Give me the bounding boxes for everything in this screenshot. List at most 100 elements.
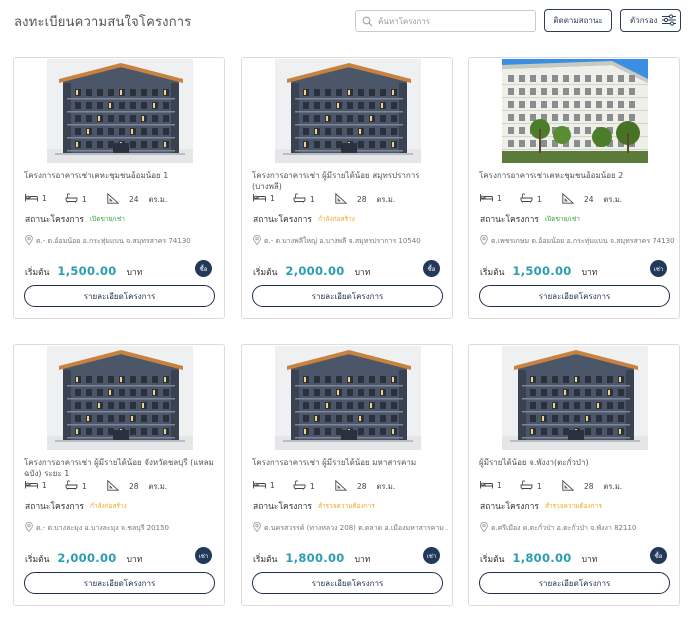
area-value: 28 bbox=[357, 482, 367, 491]
bed-icon bbox=[25, 193, 38, 204]
area-unit: ตร.ม. bbox=[376, 481, 396, 491]
project-detail-button[interactable]: รายละเอียดโครงการ bbox=[252, 285, 443, 307]
bed-icon bbox=[480, 193, 493, 204]
project-image bbox=[47, 59, 193, 163]
project-address: ต.นครสวรรค์ (ทางหลวง 208) ต.ตลาด อ.เมือง… bbox=[253, 522, 448, 534]
bathroom-spec: 1 bbox=[293, 193, 315, 205]
project-price: เริ่มต้น 1,500.00 บาท bbox=[25, 264, 142, 279]
project-specs: 1 1 24 ตร.ม. bbox=[480, 192, 670, 207]
location-pin-icon bbox=[480, 522, 488, 534]
bathroom-spec: 1 bbox=[293, 480, 315, 492]
project-specs: 1 1 28 ตร.ม. bbox=[253, 192, 443, 207]
project-card[interactable]: โครงการอาคารเช่า ผู้มีรายได้น้อย มหาสารค… bbox=[241, 344, 453, 606]
price-currency: บาท bbox=[126, 268, 143, 278]
bathroom-count: 1 bbox=[537, 194, 542, 204]
bathroom-count: 1 bbox=[310, 194, 315, 204]
sale-type-badge: ซื้อ bbox=[650, 547, 667, 564]
location-pin-icon bbox=[480, 235, 488, 247]
price-value: 1,800.00 bbox=[512, 551, 572, 565]
bathroom-count: 1 bbox=[310, 481, 315, 491]
project-detail-button[interactable]: รายละเอียดโครงการ bbox=[479, 572, 670, 594]
bathtub-icon bbox=[65, 193, 78, 205]
filter-button[interactable]: ตัวกรอง bbox=[620, 9, 681, 32]
project-specs: 1 1 28 ตร.ม. bbox=[480, 479, 670, 494]
project-name: ผู้มีรายได้น้อย จ.พังงา(ตะกั่วป่า) bbox=[479, 458, 589, 467]
price-currency: บาท bbox=[581, 555, 598, 565]
project-image bbox=[502, 59, 648, 163]
project-specs: 1 1 24 ตร.ม. bbox=[25, 192, 215, 207]
area-spec: 24 ตร.ม. bbox=[562, 192, 622, 206]
sale-type-badge: ซื้อ bbox=[423, 260, 440, 277]
project-card[interactable]: ผู้มีรายได้น้อย จ.พังงา(ตะกั่วป่า) 1 1 2… bbox=[468, 344, 680, 606]
address-text: ต.- ต.บางละมุง อ.บางละมุง จ.ชลบุรี 20150 bbox=[36, 523, 169, 532]
project-status: สถานะโครงการ สำรวจความต้องการ bbox=[253, 499, 375, 513]
project-card[interactable]: โครงการอาคารเช่า ผู้มีรายได้น้อย จังหวัด… bbox=[13, 344, 225, 606]
status-value: กำลังก่อสร้าง bbox=[89, 502, 127, 510]
search-icon bbox=[356, 11, 378, 31]
area-unit: ตร.ม. bbox=[603, 481, 623, 491]
project-price: เริ่มต้น 1,800.00 บาท bbox=[253, 551, 370, 566]
search-box[interactable] bbox=[355, 10, 536, 32]
follow-status-button[interactable]: ติดตามสถานะ bbox=[544, 9, 612, 32]
project-image bbox=[47, 346, 193, 450]
project-card[interactable]: โครงการอาคารเช่า ผู้มีรายได้น้อย สมุทรปร… bbox=[241, 57, 453, 319]
project-image bbox=[502, 346, 648, 450]
bathtub-icon bbox=[65, 480, 78, 492]
bedroom-count: 1 bbox=[270, 194, 275, 203]
project-status: สถานะโครงการ กำลังก่อสร้าง bbox=[253, 212, 355, 226]
bedroom-spec: 1 bbox=[25, 480, 47, 491]
sale-type-badge: เช่า bbox=[650, 260, 667, 277]
project-detail-button[interactable]: รายละเอียดโครงการ bbox=[252, 572, 443, 594]
area-unit: ตร.ม. bbox=[148, 194, 168, 204]
sliders-icon bbox=[661, 13, 677, 28]
search-input[interactable] bbox=[378, 16, 528, 26]
bedroom-count: 1 bbox=[42, 481, 47, 490]
project-detail-button[interactable]: รายละเอียดโครงการ bbox=[479, 285, 670, 307]
address-text: ต.นครสวรรค์ (ทางหลวง 208) ต.ตลาด อ.เมือง… bbox=[264, 523, 448, 532]
area-ruler-icon bbox=[107, 192, 120, 206]
location-pin-icon bbox=[253, 235, 261, 247]
bed-icon bbox=[253, 193, 266, 204]
status-value: กำลังก่อสร้าง bbox=[317, 215, 355, 223]
status-label: สถานะโครงการ bbox=[480, 215, 539, 225]
bedroom-spec: 1 bbox=[253, 193, 275, 204]
price-currency: บาท bbox=[126, 555, 143, 565]
price-value: 1,500.00 bbox=[57, 264, 117, 278]
address-text: ต.- ต.บางพลีใหญ่ อ.บางพลี จ.สมุทรปราการ … bbox=[264, 236, 421, 245]
area-value: 28 bbox=[584, 482, 594, 491]
project-status: สถานะโครงการ เปิดขาย/เช่า bbox=[25, 212, 125, 226]
bedroom-spec: 1 bbox=[253, 480, 275, 491]
project-name: โครงการอาคารเช่า ผู้มีรายได้น้อย จังหวัด… bbox=[24, 458, 214, 478]
bedroom-spec: 1 bbox=[480, 193, 502, 204]
status-value: เปิดขาย/เช่า bbox=[89, 215, 125, 223]
area-ruler-icon bbox=[562, 479, 575, 493]
bathtub-icon bbox=[520, 193, 533, 205]
price-currency: บาท bbox=[581, 268, 598, 278]
project-address: ต.ศรีเมือง ต.ตะกั่วป่า อ.ตะกั่วป่า จ.พัง… bbox=[480, 522, 675, 534]
bed-icon bbox=[25, 480, 38, 491]
area-value: 24 bbox=[584, 195, 594, 204]
bathroom-count: 1 bbox=[82, 194, 87, 204]
project-specs: 1 1 28 ตร.ม. bbox=[253, 479, 443, 494]
project-card[interactable]: โครงการอาคารเช่าเคหะชุมชนอ้อมน้อย 2 1 1 … bbox=[468, 57, 680, 319]
project-card[interactable]: โครงการอาคารเช่าเคหะชุมชนอ้อมน้อย 1 1 1 … bbox=[13, 57, 225, 319]
area-value: 28 bbox=[357, 195, 367, 204]
area-unit: ตร.ม. bbox=[376, 194, 396, 204]
project-detail-button[interactable]: รายละเอียดโครงการ bbox=[24, 285, 215, 307]
status-value: สำรวจความต้องการ bbox=[317, 502, 375, 510]
bed-icon bbox=[480, 480, 493, 491]
project-address: ต.- ต.บางพลีใหญ่ อ.บางพลี จ.สมุทรปราการ … bbox=[253, 235, 448, 247]
bathroom-spec: 1 bbox=[520, 480, 542, 492]
bathroom-spec: 1 bbox=[520, 193, 542, 205]
price-prefix: เริ่มต้น bbox=[25, 268, 50, 278]
status-label: สถานะโครงการ bbox=[480, 502, 539, 512]
status-value: เปิดขาย/เช่า bbox=[544, 215, 580, 223]
page-title: ลงทะเบียนความสนใจโครงการ bbox=[14, 15, 192, 30]
bathtub-icon bbox=[520, 480, 533, 492]
project-detail-button[interactable]: รายละเอียดโครงการ bbox=[24, 572, 215, 594]
price-value: 1,500.00 bbox=[512, 264, 572, 278]
status-label: สถานะโครงการ bbox=[25, 502, 84, 512]
project-address: ต.- ต.อ้อมน้อย อ.กระทุ่มแบน จ.สมุทรสาคร … bbox=[25, 235, 220, 247]
area-ruler-icon bbox=[107, 479, 120, 493]
project-status: สถานะโครงการ กำลังก่อสร้าง bbox=[25, 499, 127, 513]
